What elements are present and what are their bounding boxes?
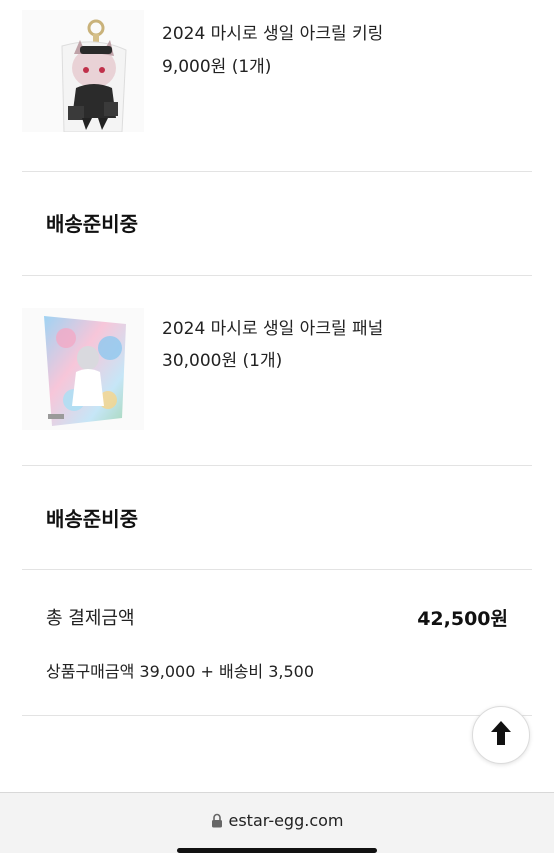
acrylic-keyring-image[interactable] <box>22 10 144 133</box>
total-payment-label: 총 결제금액 <box>46 608 135 629</box>
payment-breakdown: 상품구매금액 39,000 + 배송비 3,500 <box>46 662 315 681</box>
divider <box>22 275 532 276</box>
total-payment-value: 42,500원 <box>417 608 508 630</box>
acrylic-panel-image[interactable] <box>22 308 144 430</box>
product-price: 9,000원 (1개) <box>162 57 272 77</box>
browser-address-bar[interactable]: estar-egg.com <box>0 792 554 853</box>
home-indicator <box>177 848 377 853</box>
product-price: 30,000원 (1개) <box>162 351 283 371</box>
divider <box>22 569 532 570</box>
order-status: 배송준비중 <box>46 212 138 236</box>
scroll-top-button[interactable] <box>472 706 530 764</box>
lock-icon <box>211 813 223 832</box>
url-text[interactable]: estar-egg.com <box>229 811 344 830</box>
product-name[interactable]: 2024 마시로 생일 아크릴 패널 <box>162 314 383 339</box>
divider <box>22 171 532 172</box>
divider <box>22 465 532 466</box>
product-name[interactable]: 2024 마시로 생일 아크릴 키링 <box>162 19 383 44</box>
arrow-up-icon <box>488 718 514 752</box>
divider <box>22 715 532 716</box>
order-status: 배송준비중 <box>46 507 138 531</box>
